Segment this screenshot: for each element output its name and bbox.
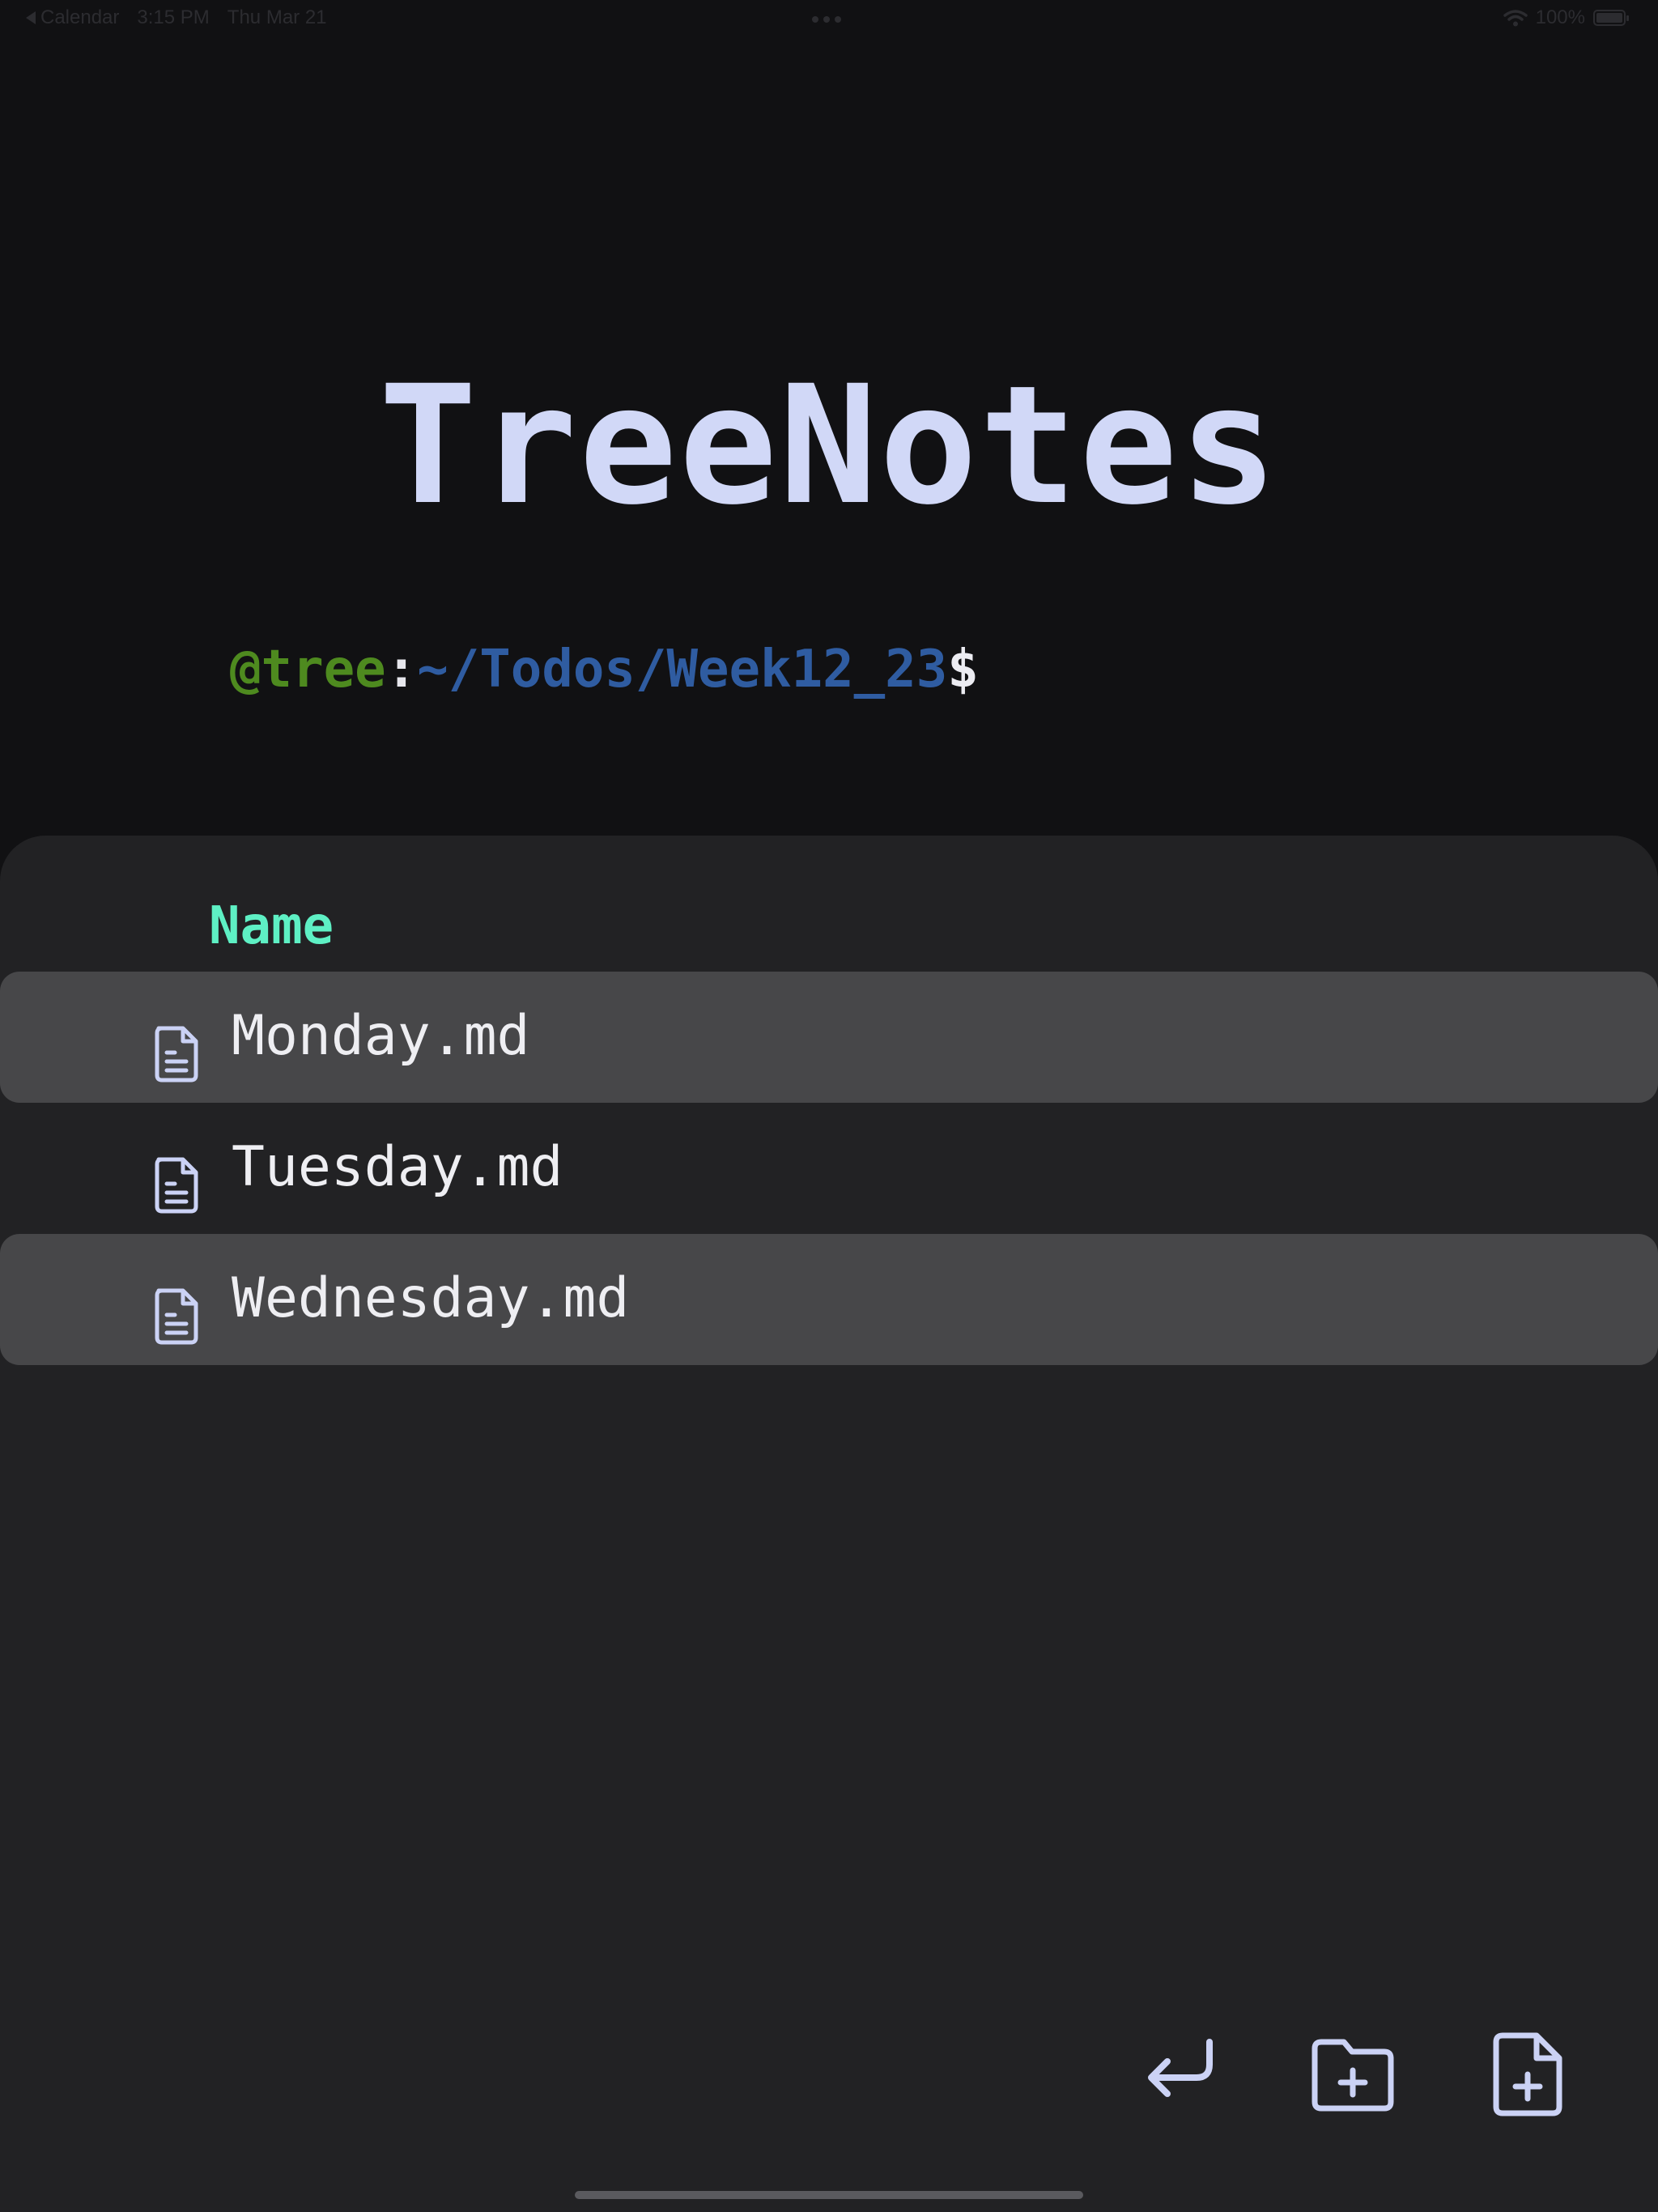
wifi-icon (1503, 10, 1528, 27)
file-list-panel: Name Monday.md Tuesday.md Wednesday.md (0, 836, 1658, 2212)
file-text-icon (155, 1157, 198, 1214)
return-icon (1148, 2039, 1213, 2097)
folder-plus-icon (1312, 2039, 1394, 2112)
name-column-header[interactable]: Name (209, 894, 334, 959)
back-arrow-icon (26, 11, 36, 24)
status-bar: Calendar 3:15 PM Thu Mar 21 100% (0, 0, 1658, 39)
file-row-monday[interactable]: Monday.md (0, 972, 1658, 1103)
back-app-label: Calendar (40, 6, 120, 28)
app-screen: Calendar 3:15 PM Thu Mar 21 100% TreeNot… (0, 0, 1658, 2212)
file-name: Wednesday.md (232, 1266, 630, 1330)
file-text-icon (155, 1026, 198, 1083)
file-row-tuesday[interactable]: Tuesday.md (0, 1103, 1658, 1234)
file-row-wednesday[interactable]: Wednesday.md (0, 1234, 1658, 1365)
go-back-button[interactable] (1132, 2026, 1229, 2123)
home-indicator[interactable] (575, 2191, 1083, 2199)
file-name: Tuesday.md (232, 1135, 563, 1199)
prompt-symbol: $ (947, 640, 979, 700)
new-folder-button[interactable] (1305, 2026, 1402, 2123)
prompt-path: ~/Todos/Week12_23 (417, 640, 948, 700)
status-date: Thu Mar 21 (227, 6, 327, 28)
multitasking-menu-icon[interactable] (812, 16, 841, 23)
status-left: Calendar 3:15 PM Thu Mar 21 (26, 6, 327, 29)
app-title: TreeNotes (378, 350, 1280, 541)
status-time: 3:15 PM (137, 6, 210, 28)
prompt-separator: : (385, 640, 418, 700)
status-right: 100% (1503, 6, 1629, 29)
new-file-button[interactable] (1478, 2026, 1575, 2123)
file-plus-icon (1493, 2032, 1562, 2116)
battery-percent: 100% (1535, 6, 1585, 28)
battery-icon (1593, 10, 1629, 26)
back-to-app-button[interactable]: Calendar (26, 6, 119, 29)
file-name: Monday.md (232, 1004, 530, 1068)
path-prompt: @tree:~/Todos/Week12_23$ (230, 633, 979, 706)
prompt-user: @tree (230, 640, 386, 700)
file-text-icon (155, 1288, 198, 1345)
